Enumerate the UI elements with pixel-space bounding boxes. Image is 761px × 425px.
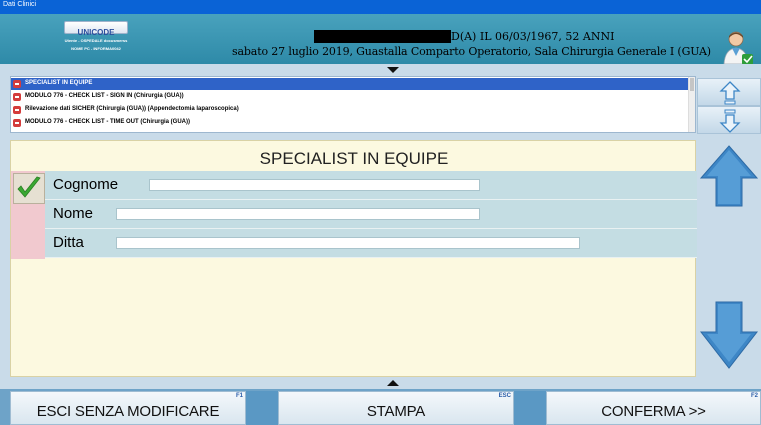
scroll-list-down-button[interactable] (697, 106, 761, 134)
form-icon (13, 80, 21, 88)
field-row-ditta: Ditta (45, 229, 697, 258)
list-item[interactable]: Rilevazione dati SICHER (Chirurgia (GUA)… (11, 104, 689, 116)
scroll-form-up-button[interactable] (697, 140, 761, 212)
cognome-input[interactable] (149, 179, 480, 191)
list-item-label: MODULO 776 - CHECK LIST - SIGN IN (Chiru… (25, 93, 184, 99)
list-item-label: MODULO 776 - CHECK LIST - TIME OUT (Chir… (25, 119, 190, 125)
confirm-button-label: CONFERMA >> (601, 403, 706, 420)
patient-header: UNICODE Utente - OSPEDALE docusmerss NOM… (0, 14, 761, 66)
list-item[interactable]: MODULO 776 - CHECK LIST - SIGN IN (Chiru… (11, 91, 689, 103)
scroll-form-down-button[interactable] (697, 298, 761, 374)
scroll-list-up-button[interactable] (697, 78, 761, 106)
module-list: SPECIALIST IN EQUIPE MODULO 776 - CHECK … (10, 76, 696, 133)
collapse-header-bar[interactable] (0, 64, 761, 76)
completion-column (11, 171, 45, 259)
checkmark-icon (17, 176, 41, 198)
window-title: Dati Clinici (3, 1, 37, 8)
form-panel: SPECIALIST IN EQUIPE Cognome Nome Ditta (10, 140, 697, 377)
form-icon (13, 93, 21, 101)
expand-bar[interactable] (0, 377, 761, 389)
form-icon (13, 119, 21, 127)
footer-separator (514, 391, 546, 425)
hospital-pc-line: NOME PC - INFORMA0042 (71, 46, 121, 51)
exit-without-saving-button[interactable]: ESCI SENZA MODIFICARE F1 (10, 391, 246, 425)
app-window: Dati Clinici UNICODE Utente - OSPEDALE d… (0, 0, 761, 425)
form-icon (13, 106, 21, 114)
session-info: sabato 27 luglio 2019, Guastalla Compart… (232, 45, 711, 58)
field-block: Cognome Nome Ditta (11, 171, 697, 259)
list-item-label: Rilevazione dati SICHER (Chirurgia (GUA)… (25, 106, 239, 112)
footer-separator (246, 391, 278, 425)
chevron-up-icon[interactable] (387, 380, 399, 386)
chevron-down-icon[interactable] (387, 67, 399, 73)
ditta-input[interactable] (116, 237, 580, 249)
exit-shortcut-key: F1 (235, 393, 243, 399)
unicode-logo: UNICODE (64, 21, 128, 37)
print-button[interactable]: STAMPA ESC (278, 391, 514, 425)
big-arrow-down-icon (699, 301, 759, 369)
field-label: Cognome (53, 176, 119, 193)
field-label: Ditta (53, 234, 84, 251)
panel-title: SPECIALIST IN EQUIPE (259, 149, 449, 168)
nome-input[interactable] (116, 208, 480, 220)
list-item[interactable]: MODULO 776 - CHECK LIST - TIME OUT (Chir… (11, 117, 689, 129)
print-shortcut-key: ESC (498, 393, 511, 399)
list-item-label: SPECIALIST IN EQUIPE (25, 80, 93, 86)
footer-bar: ESCI SENZA MODIFICARE F1 STAMPA ESC CONF… (0, 389, 761, 425)
confirm-shortcut-key: F2 (750, 393, 758, 399)
hospital-user-line: Utente - OSPEDALE docusmerss (64, 38, 128, 43)
doctor-icon[interactable] (722, 30, 754, 66)
exit-button-label: ESCI SENZA MODIFICARE (36, 403, 220, 420)
redacted-patient-name (314, 30, 451, 43)
list-scrollbar[interactable] (688, 77, 695, 132)
big-arrow-up-icon (699, 145, 759, 207)
arrow-up-icon (719, 81, 741, 105)
field-row-nome: Nome (45, 200, 697, 229)
patient-info: D(A) IL 06/03/1967, 52 ANNI (451, 30, 615, 43)
confirm-button[interactable]: CONFERMA >> F2 (546, 391, 761, 425)
print-button-label: STAMPA (366, 403, 426, 420)
logo-text: UNICODE (77, 28, 115, 37)
list-item[interactable]: SPECIALIST IN EQUIPE (11, 78, 689, 90)
window-titlebar: Dati Clinici (0, 0, 761, 14)
scrollbar-thumb[interactable] (690, 78, 694, 91)
field-label: Nome (53, 205, 94, 222)
completion-checkbox[interactable] (13, 173, 45, 204)
arrow-down-icon (719, 109, 741, 133)
field-row-cognome: Cognome (45, 171, 697, 200)
